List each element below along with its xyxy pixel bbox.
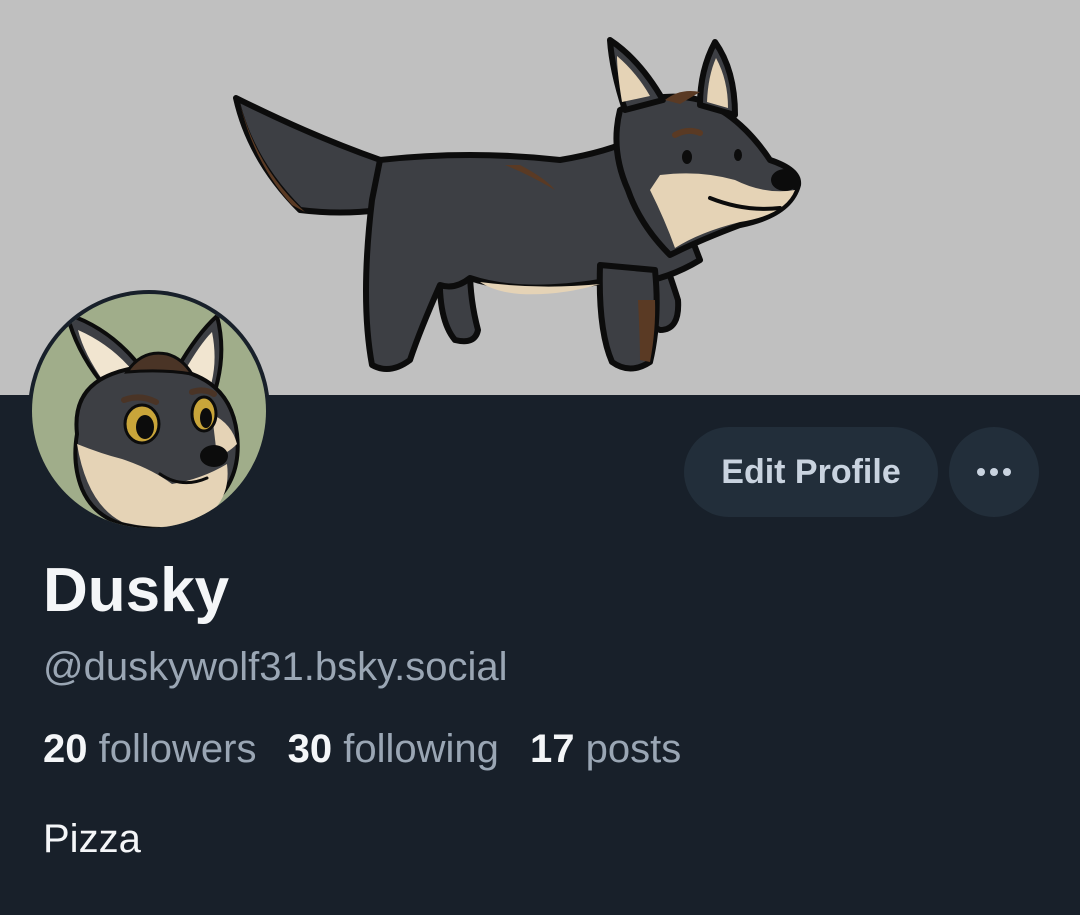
profile-stats: 20 followers 30 following 17 posts	[43, 725, 701, 773]
following-count: 30	[287, 727, 333, 771]
display-name: Dusky	[43, 556, 230, 625]
wolf-avatar-illustration	[65, 312, 240, 528]
avatar[interactable]	[28, 290, 270, 532]
followers-label: followers	[98, 727, 257, 771]
followers-link[interactable]: 20 followers	[43, 727, 256, 771]
avatar-image	[32, 294, 266, 528]
posts-count: 17	[530, 727, 575, 771]
profile-bio: Pizza	[43, 817, 141, 861]
edit-profile-button[interactable]: Edit Profile	[684, 427, 938, 517]
posts-label: posts	[585, 727, 682, 771]
ellipsis-icon	[977, 468, 1011, 476]
following-link[interactable]: 30 following	[288, 727, 499, 771]
posts-stat: 17 posts	[530, 727, 681, 771]
followers-count: 20	[43, 727, 88, 771]
following-label: following	[343, 727, 499, 771]
profile-handle: @duskywolf31.bsky.social	[43, 645, 508, 689]
more-options-button[interactable]	[949, 427, 1039, 517]
